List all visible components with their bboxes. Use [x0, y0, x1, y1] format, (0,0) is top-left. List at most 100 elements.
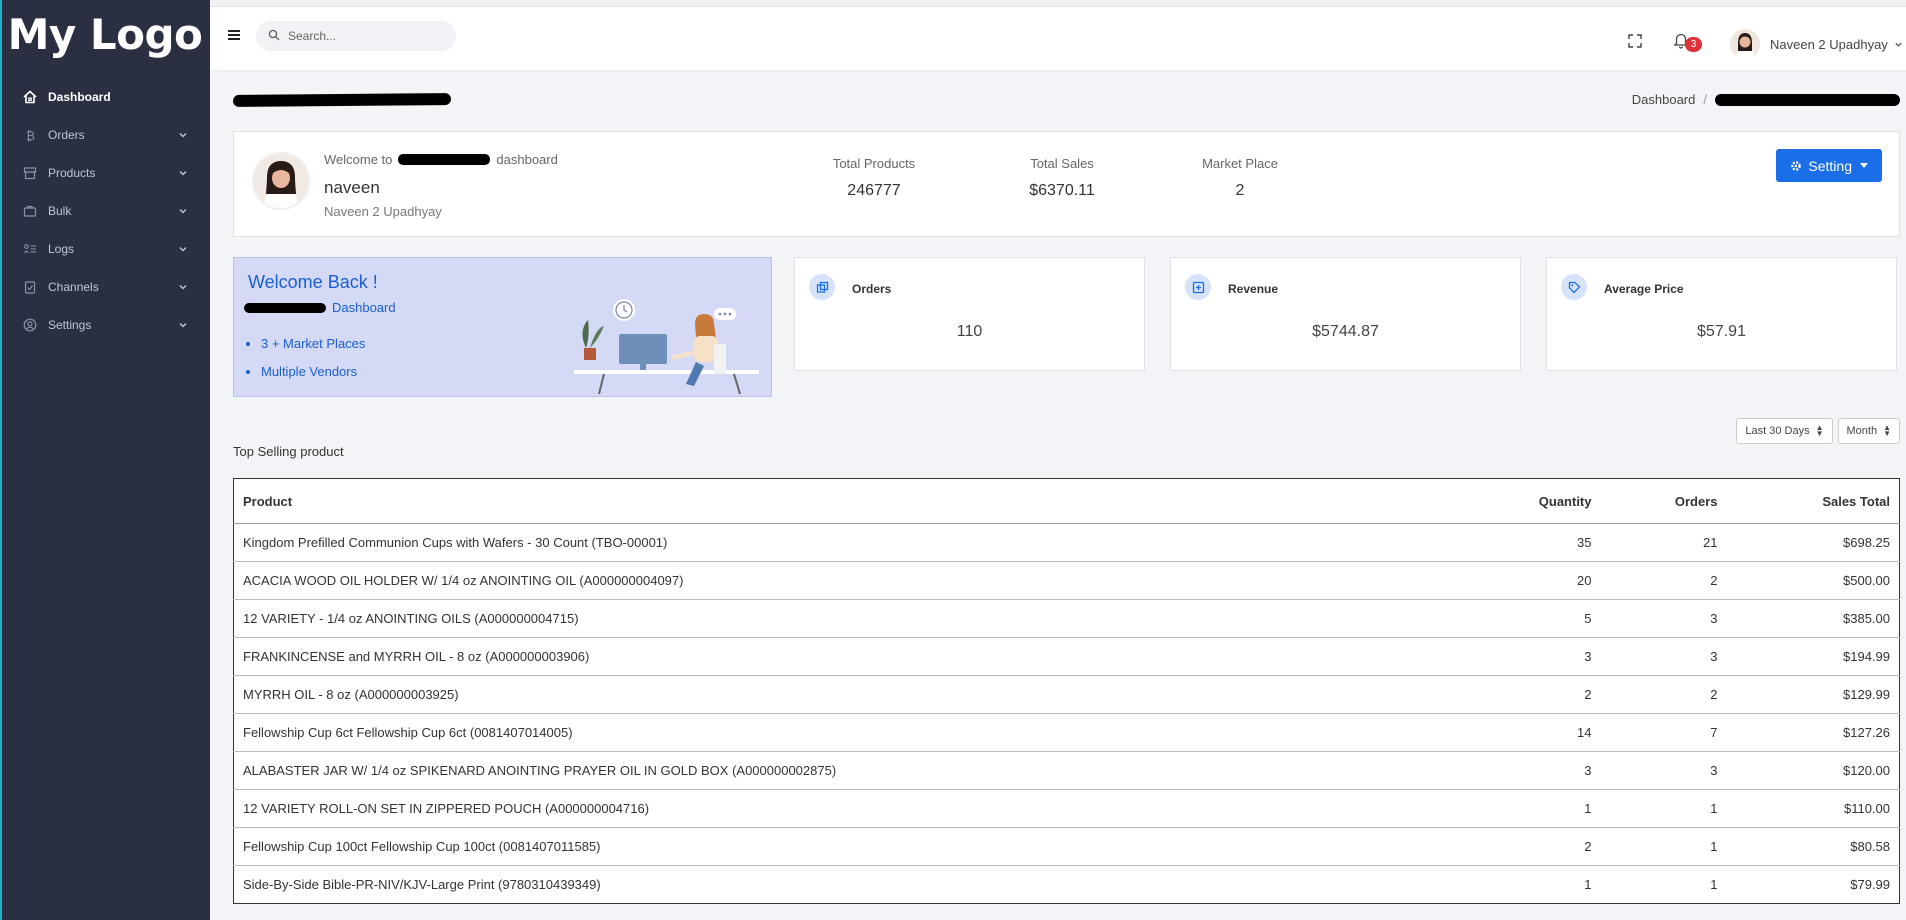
table-header-row: Product Quantity Orders Sales Total — [233, 478, 1900, 524]
office-illustration — [574, 299, 759, 394]
cell-quantity: 20 — [1450, 561, 1601, 600]
avatar — [1730, 29, 1760, 59]
column-header: Product — [233, 478, 1451, 524]
user-name: Naveen 2 Upadhyay — [1770, 36, 1888, 52]
cell-quantity: 2 — [1450, 827, 1601, 866]
stat-label: Total Products — [832, 156, 916, 171]
card-label: Orders — [852, 282, 892, 296]
cell-orders: 2 — [1600, 675, 1727, 714]
welcome-banner-bullets: 3 + Market Places Multiple Vendors — [261, 336, 365, 392]
table-row[interactable]: Fellowship Cup 6ct Fellowship Cup 6ct (0… — [233, 713, 1900, 752]
welcome-suffix: dashboard — [496, 152, 558, 167]
sidebar-item-products[interactable]: Products — [0, 154, 210, 192]
briefcase-icon — [22, 203, 38, 219]
select-value: Last 30 Days — [1745, 425, 1810, 437]
logo[interactable]: My Logo — [0, 0, 210, 68]
card-value: $5744.87 — [1312, 323, 1379, 340]
list-item: 3 + Market Places — [261, 336, 365, 351]
sidebar-item-label: Dashboard — [48, 90, 111, 104]
cell-orders: 1 — [1600, 789, 1727, 828]
cell-quantity: 35 — [1450, 523, 1601, 562]
sidebar-item-channels[interactable]: Channels — [0, 268, 210, 306]
cell-orders: 7 — [1600, 713, 1727, 752]
cell-sales-total: $110.00 — [1726, 789, 1900, 828]
sidebar-edge — [0, 0, 2, 920]
stat-total-sales: Total Sales $6370.11 — [1012, 156, 1112, 200]
breadcrumb-home[interactable]: Dashboard — [1632, 92, 1696, 107]
average-price-card: Average Price $57.91 — [1546, 257, 1897, 371]
home-icon — [22, 89, 38, 105]
search-box — [256, 21, 456, 51]
cell-sales-total: $385.00 — [1726, 599, 1900, 638]
cell-product: 12 VARIETY - 1/4 oz ANOINTING OILS (A000… — [233, 599, 1451, 638]
welcome-banner-title: Welcome Back ! — [248, 272, 378, 292]
setting-label: Setting — [1808, 157, 1852, 174]
sidebar-item-label: Logs — [48, 242, 75, 256]
table-row[interactable]: ALABASTER JAR W/ 1/4 oz SPIKENARD ANOINT… — [233, 751, 1900, 790]
cell-orders: 3 — [1600, 751, 1727, 790]
sidebar-item-label: Settings — [48, 318, 92, 332]
user-circle-icon — [22, 317, 38, 333]
sort-icon: ▲ ▼ — [1883, 423, 1891, 438]
gear-icon — [1790, 160, 1802, 172]
redacted-page-title — [232, 93, 452, 107]
cell-product: Fellowship Cup 100ct Fellowship Cup 100c… — [233, 827, 1451, 866]
chevron-down-icon — [178, 320, 188, 330]
table-row[interactable]: MYRRH OIL - 8 oz (A000000003925) 2 2 $129.9… — [233, 675, 1900, 714]
column-header: Orders — [1600, 478, 1727, 524]
table-row[interactable]: 12 VARIETY - 1/4 oz ANOINTING OILS (A000… — [233, 599, 1900, 638]
column-header: Sales Total — [1726, 478, 1900, 524]
menu-toggle-icon[interactable] — [226, 27, 242, 43]
caret-down-icon — [1860, 163, 1868, 168]
table-row[interactable]: Fellowship Cup 100ct Fellowship Cup 100c… — [233, 827, 1900, 866]
cell-product: MYRRH OIL - 8 oz (A000000003925) — [233, 675, 1451, 714]
sidebar-item-logs[interactable]: Logs — [0, 230, 210, 268]
table-row[interactable]: Kingdom Prefilled Communion Cups with Wa… — [233, 523, 1900, 562]
redacted-site-name — [398, 154, 491, 165]
stat-market-place: Market Place 2 — [1190, 156, 1290, 200]
cell-quantity: 14 — [1450, 713, 1601, 752]
cell-product: FRANKINCENSE and MYRRH OIL - 8 oz (A0000… — [233, 637, 1451, 676]
sidebar-item-label: Products — [48, 166, 96, 180]
cell-orders: 3 — [1600, 599, 1727, 638]
cell-sales-total: $80.58 — [1726, 827, 1900, 866]
cell-product: Side-By-Side Bible-PR-NIV/KJV-Large Prin… — [233, 865, 1451, 904]
chevron-down-icon — [1894, 37, 1903, 52]
date-range-select[interactable]: Last 30 Days ▲ ▼ — [1736, 418, 1833, 444]
table-row[interactable]: ACACIA WOOD OIL HOLDER W/ 1/4 oz ANOINTI… — [233, 561, 1900, 600]
cell-sales-total: $129.99 — [1726, 675, 1900, 714]
welcome-prefix: Welcome to — [324, 152, 393, 167]
revenue-card: Revenue $5744.87 — [1170, 257, 1521, 371]
profile-username: naveen — [324, 178, 380, 197]
sidebar-item-settings[interactable]: Settings — [0, 306, 210, 344]
breadcrumb-separator: / — [1703, 92, 1707, 107]
user-menu[interactable]: Naveen 2 Upadhyay — [1730, 29, 1903, 59]
list-item: Multiple Vendors — [261, 364, 365, 379]
sidebar-item-dashboard[interactable]: Dashboard — [0, 78, 210, 116]
topbar: 3 Naveen 2 Upadhyay — [210, 7, 1906, 70]
chevron-down-icon — [178, 244, 188, 254]
notification-badge: 3 — [1685, 37, 1702, 52]
table-row[interactable]: Side-By-Side Bible-PR-NIV/KJV-Large Prin… — [233, 865, 1900, 904]
cell-quantity: 5 — [1450, 599, 1601, 638]
sidebar-item-bulk[interactable]: Bulk — [0, 192, 210, 230]
period-select[interactable]: Month ▲ ▼ — [1837, 418, 1900, 444]
page-header: Dashboard / — [232, 92, 1900, 114]
sidebar-item-label: Channels — [48, 280, 99, 294]
clipboard-icon — [22, 279, 38, 295]
chevron-down-icon — [178, 206, 188, 216]
fullscreen-icon[interactable] — [1627, 33, 1643, 49]
cell-quantity: 2 — [1450, 675, 1601, 714]
stat-value: 2 — [1235, 182, 1245, 199]
cell-product: Kingdom Prefilled Communion Cups with Wa… — [233, 523, 1451, 562]
table-row[interactable]: FRANKINCENSE and MYRRH OIL - 8 oz (A0000… — [233, 637, 1900, 676]
search-icon — [268, 29, 280, 44]
svg-text:₿: ₿ — [26, 129, 35, 142]
cell-product: ACACIA WOOD OIL HOLDER W/ 1/4 oz ANOINTI… — [233, 561, 1451, 600]
table-row[interactable]: 12 VARIETY ROLL-ON SET IN ZIPPERED POUCH… — [233, 789, 1900, 828]
sidebar-item-orders[interactable]: ₿ Orders — [0, 116, 210, 154]
cell-product: ALABASTER JAR W/ 1/4 oz SPIKENARD ANOINT… — [233, 751, 1451, 790]
search-input[interactable] — [288, 29, 438, 43]
setting-button[interactable]: Setting — [1776, 149, 1882, 182]
welcome-line: Welcome to dashboard — [324, 152, 558, 167]
